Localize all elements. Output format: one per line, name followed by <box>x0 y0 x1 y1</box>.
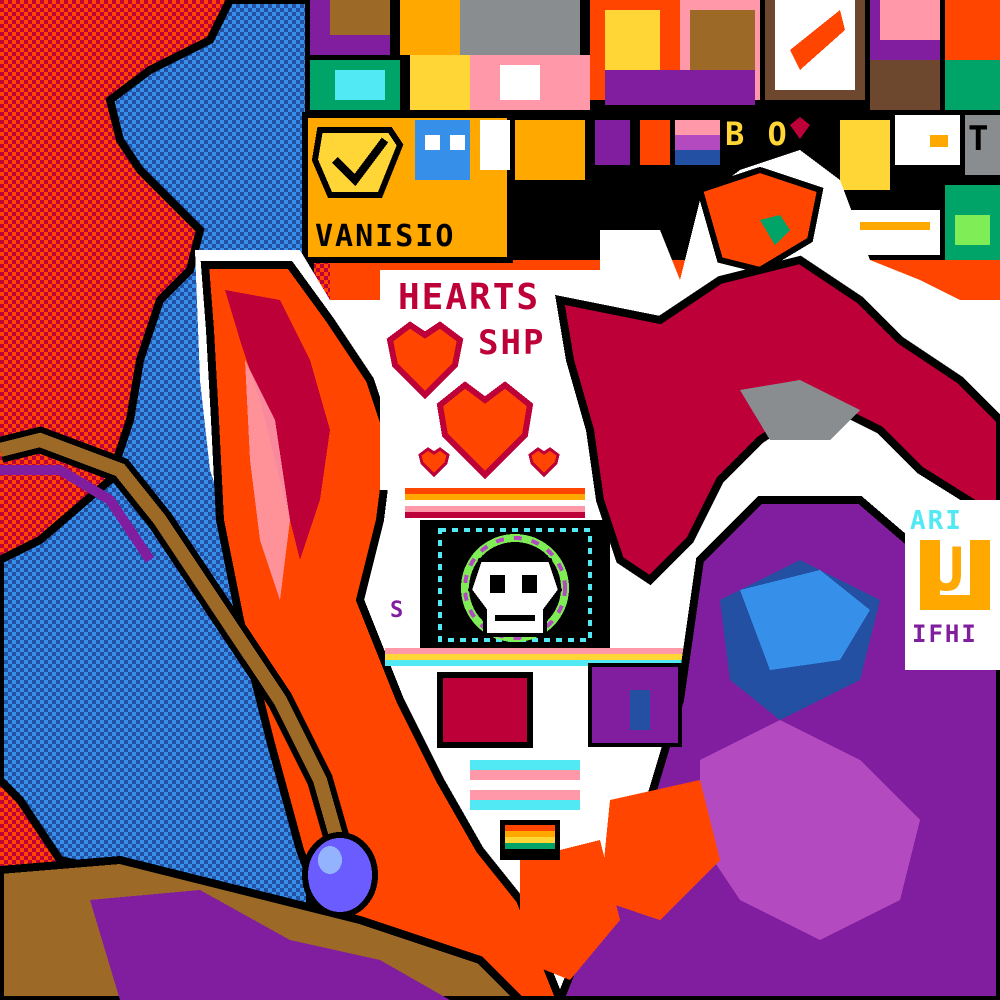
t-letter-label: T <box>968 119 991 159</box>
b-o-label: B O <box>725 115 789 153</box>
pixel-art-drawing <box>0 0 1000 1000</box>
pixel-art-canvas: VANISIO HEARTS SHP ARI U IFHI B O S T <box>0 0 1000 1000</box>
hearts-label: HEARTS <box>398 277 541 318</box>
small-s-label: S <box>390 598 406 623</box>
blue-gem <box>302 832 378 918</box>
skull-icon <box>467 558 563 637</box>
shp-label: SHP <box>478 323 546 363</box>
ari-label: ARI <box>910 506 963 536</box>
vanisio-label: VANISIO <box>315 219 456 254</box>
ari-sub-label: IFHI <box>912 620 978 648</box>
ari-letter: U <box>928 535 967 605</box>
